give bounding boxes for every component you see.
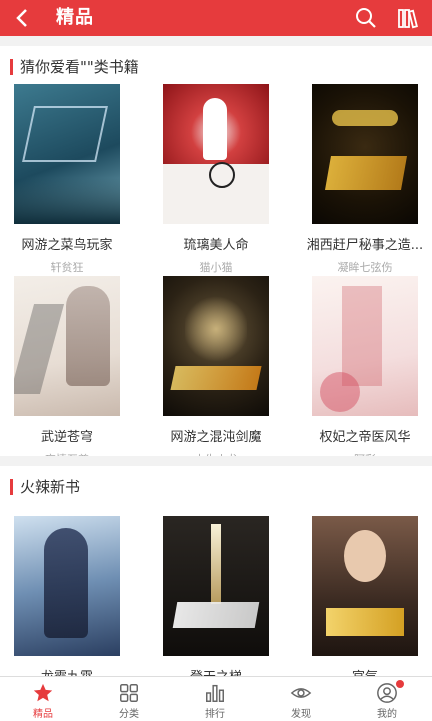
book-title: 网游之混沌剑魔	[170, 430, 262, 445]
top-bar: 精品	[0, 0, 432, 36]
notification-dot	[396, 680, 404, 688]
eye-icon	[290, 688, 312, 698]
section-header: 猜你爱看""类书籍	[0, 46, 432, 86]
book-title: 琉璃美人命	[183, 238, 249, 253]
new-books-section: 火辣新书 龙霸九霄 登天之梯 官气	[0, 466, 432, 676]
tab-ranking[interactable]: 排行	[172, 677, 258, 721]
book-title: 武逆苍穹	[40, 430, 93, 445]
divider	[0, 36, 432, 46]
recommend-section: 猜你爱看""类书籍 网游之菜鸟玩家 轩贫狂 琉璃美人命 猫小猫 湘西赶尸秘事之造…	[0, 46, 432, 466]
search-icon	[356, 8, 376, 28]
section-title: 猜你爱看""类书籍	[20, 58, 139, 76]
grid-icon	[120, 684, 138, 702]
book-cover	[312, 84, 418, 224]
content-scroll-area[interactable]: 猜你爱看""类书籍 网游之菜鸟玩家 轩贫狂 琉璃美人命 猫小猫 湘西赶尸秘事之造…	[0, 36, 432, 676]
book-cover	[163, 516, 269, 656]
book-author: 轩贫狂	[50, 261, 84, 274]
book-author: 猫小猫	[199, 261, 233, 274]
book-card[interactable]: 湘西赶尸秘事之造... 凝眸七弦伤	[306, 84, 424, 275]
section-marker	[10, 479, 13, 495]
tab-featured[interactable]: 精品	[0, 677, 86, 721]
tab-label: 排行	[205, 709, 225, 720]
book-cover	[14, 84, 120, 224]
book-card[interactable]: 琉璃美人命 猫小猫	[157, 84, 275, 275]
book-title: 网游之菜鸟玩家	[21, 238, 113, 253]
tab-mine[interactable]: 我的	[344, 677, 430, 721]
book-author: 凝眸七弦伤	[337, 261, 393, 274]
tab-label: 分类	[119, 709, 139, 720]
book-cover	[163, 276, 269, 416]
book-card[interactable]: 龙霸九霄	[8, 516, 126, 676]
back-arrow-icon	[16, 9, 27, 27]
section-title: 火辣新书	[20, 478, 81, 496]
tab-label: 精品	[33, 709, 53, 720]
book-title: 龙霸九霄	[8, 666, 126, 676]
star-icon	[33, 683, 53, 702]
bar-chart-icon	[206, 684, 224, 702]
search-button[interactable]	[354, 6, 378, 30]
book-title: 权妃之帝医风华	[319, 430, 411, 445]
bookshelf-button[interactable]	[396, 6, 422, 30]
book-card[interactable]: 网游之菜鸟玩家 轩贫狂	[8, 84, 126, 275]
book-title: 官气	[306, 666, 424, 676]
divider	[0, 456, 432, 466]
book-cover	[312, 276, 418, 416]
bottom-tab-bar: 精品 分类 排行 发现 我的	[0, 676, 432, 721]
book-cover	[14, 276, 120, 416]
page-title: 精品	[56, 7, 94, 28]
book-card[interactable]: 网游之混沌剑魔 小生火龙	[157, 276, 275, 467]
book-title: 湘西赶尸秘事之造...	[306, 238, 424, 253]
section-marker	[10, 59, 13, 75]
section-header: 火辣新书	[0, 466, 432, 506]
tab-discover[interactable]: 发现	[258, 677, 344, 721]
book-title: 登天之梯	[157, 666, 275, 676]
tab-label: 我的	[377, 709, 397, 720]
book-cover	[163, 84, 269, 224]
book-card[interactable]: 登天之梯	[157, 516, 275, 676]
user-icon	[377, 683, 397, 703]
tab-label: 发现	[291, 709, 311, 720]
book-cover	[312, 516, 418, 656]
book-card[interactable]: 权妃之帝医风华 阿彩	[306, 276, 424, 467]
book-card[interactable]: 官气	[306, 516, 424, 676]
tab-category[interactable]: 分类	[86, 677, 172, 721]
back-button[interactable]	[8, 0, 36, 36]
bookshelf-icon	[398, 9, 418, 29]
book-cover	[14, 516, 120, 656]
book-card[interactable]: 武逆苍穹 忘情至尊	[8, 276, 126, 467]
